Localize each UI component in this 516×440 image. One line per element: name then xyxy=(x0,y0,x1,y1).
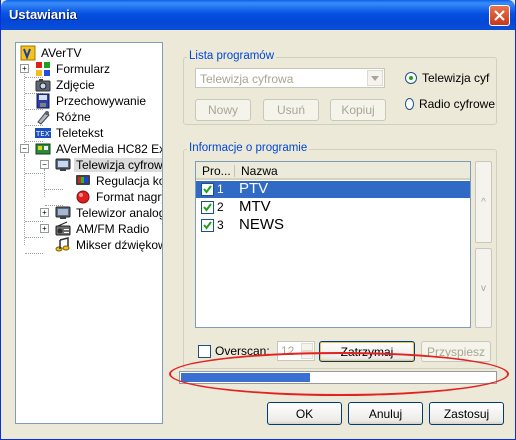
new-button[interactable]: Nowy xyxy=(195,99,251,121)
tree-item-formularz[interactable]: Formularz xyxy=(35,61,112,77)
progress-fill xyxy=(181,373,310,382)
photo-icon xyxy=(35,77,51,93)
overscan-spinner[interactable]: 12 xyxy=(277,341,315,361)
channel-checkbox[interactable] xyxy=(201,219,214,232)
channel-name: NEWS xyxy=(239,216,284,233)
radio-digital-radio[interactable]: Radio cyfrowe xyxy=(405,97,495,111)
avertv-icon xyxy=(20,45,36,61)
list-header: Pro... Nazwa xyxy=(196,162,470,180)
tree-item-telewizja-cyfrowa[interactable]: Telewizja cyfrowa xyxy=(55,157,162,173)
stop-button[interactable]: Zatrzymaj xyxy=(319,341,415,362)
record-icon xyxy=(75,189,91,205)
radio-indicator xyxy=(405,98,414,110)
tree-item-teletekst[interactable]: TEXT Teletekst xyxy=(35,125,105,141)
spin-down-icon[interactable] xyxy=(301,351,313,359)
overscan-label: Overscan: xyxy=(215,344,270,358)
mixer-icon xyxy=(55,237,71,253)
tree-item-avermedia[interactable]: AVerMedia HC82 Exp xyxy=(35,141,162,157)
channel-row[interactable]: 3 NEWS xyxy=(196,216,470,234)
channel-checkbox[interactable] xyxy=(201,201,214,214)
move-down-button[interactable]: v xyxy=(475,248,492,328)
channel-name: MTV xyxy=(239,198,271,215)
expand-icon[interactable]: + xyxy=(20,64,29,73)
apply-button[interactable]: Zastosuj xyxy=(429,402,504,425)
collapse-icon[interactable]: − xyxy=(20,144,29,153)
ok-button[interactable]: OK xyxy=(267,402,342,425)
channel-list[interactable]: Pro... Nazwa 1 PTV 2 MTV 3 NEWS xyxy=(195,161,471,328)
channel-number: 3 xyxy=(217,218,224,232)
speed-up-button[interactable]: Przyspiesz xyxy=(421,341,491,362)
scan-progress-bar xyxy=(179,371,497,384)
storage-icon xyxy=(35,93,51,109)
channel-number: 1 xyxy=(217,182,224,196)
cancel-button[interactable]: Anuluj xyxy=(348,402,423,425)
settings-dialog: Ustawiania AVerTV + Formularz Zdjęcie Pr… xyxy=(0,0,516,440)
tree-item-format-nagrywania[interactable]: Format nagryw xyxy=(75,189,162,205)
radio-digital-tv-label: Telewizja cyf xyxy=(422,71,490,85)
expand-icon[interactable]: + xyxy=(40,208,49,217)
spin-up-icon[interactable] xyxy=(301,343,313,351)
chevron-down-icon[interactable] xyxy=(367,70,383,86)
tv-icon xyxy=(55,157,71,173)
copy-button[interactable]: Kopiuj xyxy=(330,99,386,121)
move-up-button[interactable]: ^ xyxy=(475,161,492,243)
window-title: Ustawiania xyxy=(9,7,77,22)
tree-item-regulacja-kolorow[interactable]: Regulacja kol xyxy=(75,173,162,189)
tree-item-rozne[interactable]: Różne xyxy=(35,109,93,125)
settings-tree[interactable]: AVerTV + Formularz Zdjęcie Przechowywani… xyxy=(15,42,163,424)
overscan-checkbox[interactable] xyxy=(198,345,211,358)
combo-value: Telewizja cyfrowa xyxy=(200,72,294,86)
channel-row[interactable]: 1 PTV xyxy=(196,180,470,198)
teletext-icon: TEXT xyxy=(35,125,54,141)
radio-icon xyxy=(55,221,71,237)
chevron-down-icon: v xyxy=(481,282,486,294)
close-icon xyxy=(494,10,505,21)
check-icon xyxy=(203,203,212,212)
close-button[interactable] xyxy=(489,5,510,26)
collapse-icon[interactable]: − xyxy=(40,160,49,169)
radio-digital-tv[interactable]: Telewizja cyf xyxy=(405,71,489,85)
tree-item-przechowywanie[interactable]: Przechowywanie xyxy=(35,93,148,109)
color-adjust-icon xyxy=(75,173,91,189)
channel-checkbox[interactable] xyxy=(201,183,214,196)
tree-item-am-fm-radio[interactable]: AM/FM Radio xyxy=(55,221,151,237)
column-header-name[interactable]: Nazwa xyxy=(241,164,278,178)
radio-indicator xyxy=(405,72,417,84)
program-list-legend: Lista programów xyxy=(187,50,277,62)
channel-row[interactable]: 2 MTV xyxy=(196,198,470,216)
tree-item-zdjecie[interactable]: Zdjęcie xyxy=(35,77,97,93)
overscan-value: 12 xyxy=(281,344,295,358)
radio-digital-radio-label: Radio cyfrowe xyxy=(418,97,495,111)
analog-tv-icon xyxy=(55,205,71,221)
device-icon xyxy=(35,141,51,157)
program-list-combo[interactable]: Telewizja cyfrowa xyxy=(195,68,385,88)
channel-name: PTV xyxy=(239,180,269,197)
form-icon xyxy=(35,61,51,77)
tree-item-mikser-dzwiekowy[interactable]: Mikser dźwiękowy xyxy=(55,237,162,253)
title-bar[interactable]: Ustawiania xyxy=(1,0,515,30)
tree-item-telewizor-analogowy[interactable]: Telewizor analogc xyxy=(55,205,162,221)
channel-number: 2 xyxy=(217,200,224,214)
check-icon xyxy=(203,221,212,230)
column-header-number[interactable]: Pro... xyxy=(202,164,231,178)
expand-icon[interactable]: + xyxy=(40,224,49,233)
delete-button[interactable]: Usuń xyxy=(263,99,319,121)
program-info-legend: Informacje o programie xyxy=(187,142,310,154)
misc-icon xyxy=(35,109,51,125)
tree-item-avertv[interactable]: AVerTV xyxy=(20,45,83,61)
chevron-up-icon: ^ xyxy=(481,196,486,208)
check-icon xyxy=(203,185,212,194)
svg-text:TEXT: TEXT xyxy=(35,130,51,138)
